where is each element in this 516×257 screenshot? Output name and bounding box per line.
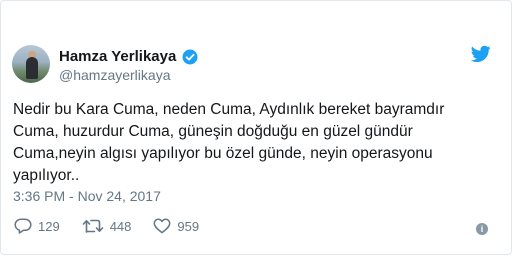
author-handle[interactable]: @hamzayerlikaya [59, 67, 170, 83]
twitter-bird-icon[interactable] [471, 45, 491, 63]
like-count: 959 [177, 218, 200, 234]
tweet-text-line: Cuma,neyin algısı yapılıyor bu özel günd… [13, 145, 433, 162]
heart-icon [153, 218, 171, 234]
reply-count: 129 [38, 218, 60, 234]
verified-badge-icon [182, 49, 198, 64]
avatar[interactable] [12, 45, 50, 83]
reply-button[interactable]: 129 [14, 218, 60, 234]
tweet-timestamp[interactable]: 3:36 PM - Nov 24, 2017 [13, 188, 161, 204]
reply-icon [14, 218, 32, 234]
action-bar: 129 448 959 [14, 218, 221, 234]
author-row: Hamza Yerlikaya [59, 48, 198, 65]
retweet-button[interactable]: 448 [82, 218, 132, 234]
info-icon[interactable]: i [476, 223, 488, 235]
tweet-card: Hamza Yerlikaya @hamzayerlikaya Nedir bu… [0, 0, 512, 255]
tweet-text: Nedir bu Kara Cuma, neden Cuma, Aydınlık… [13, 99, 503, 187]
avatar-figure [26, 57, 38, 79]
like-button[interactable]: 959 [153, 218, 199, 234]
tweet-text-line: Nedir bu Kara Cuma, neden Cuma, Aydınlık… [13, 101, 445, 118]
retweet-icon [82, 219, 104, 233]
author-name[interactable]: Hamza Yerlikaya [59, 48, 176, 65]
retweet-count: 448 [109, 218, 132, 234]
tweet-text-line: yapılıyor.. [13, 167, 80, 184]
tweet-text-line: Cuma, huzurdur Cuma, güneşin doğduğu en … [13, 123, 413, 140]
